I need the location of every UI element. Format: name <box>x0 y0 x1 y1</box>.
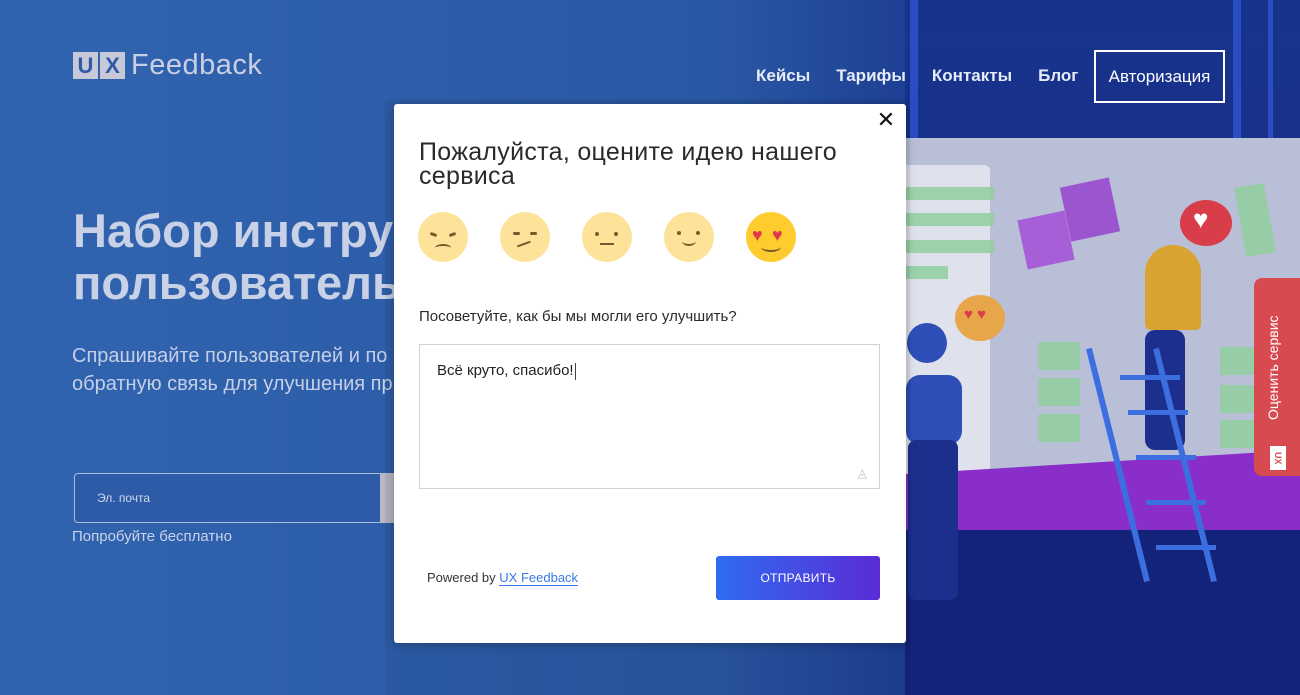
main-nav: Кейсы Тарифы Контакты Блог <box>756 66 1104 86</box>
nav-item-pricing[interactable]: Тарифы <box>836 66 906 86</box>
ux-logo-icon: UX <box>1270 446 1286 470</box>
logo-letter-x: X <box>100 52 125 79</box>
illustration-bar <box>906 240 994 253</box>
feedback-text[interactable]: Всё круто, спасибо! <box>437 362 576 380</box>
illustration-bar <box>906 187 994 200</box>
illustration-ladder <box>1120 375 1180 380</box>
email-field[interactable]: Эл. почта <box>74 473 394 523</box>
hero-title: Набор инстру пользователь <box>73 205 401 309</box>
illustration-card <box>1038 378 1080 406</box>
illustration-pole <box>1233 0 1241 140</box>
illustration-card <box>1220 347 1256 375</box>
rating-scale: ♥ ♥ <box>418 212 828 262</box>
illustration-card <box>1038 342 1080 370</box>
angry-face-icon[interactable] <box>418 212 468 262</box>
illustration-pole <box>1268 0 1273 140</box>
illustration-person-head <box>907 323 947 363</box>
nav-item-cases[interactable]: Кейсы <box>756 66 810 86</box>
wifi-icon: ◬ <box>857 466 867 480</box>
logo-letter-u: U <box>73 52 98 79</box>
hero-title-line: Набор инстру <box>73 204 394 257</box>
nav-item-contacts[interactable]: Контакты <box>932 66 1012 86</box>
illustration-bar <box>906 266 948 279</box>
login-button[interactable]: Авторизация <box>1094 50 1225 103</box>
logo-text: Feedback <box>131 49 263 81</box>
text-caret <box>574 362 576 380</box>
illustration-ladder <box>1156 545 1216 550</box>
logo[interactable]: U X Feedback <box>73 49 262 82</box>
slight-smile-face-icon[interactable] <box>664 212 714 262</box>
illustration-ladder <box>1136 455 1196 460</box>
hero-subtitle: Спрашивайте пользователей и по обратную … <box>72 342 393 398</box>
powered-by: Powered by UX Feedback <box>427 570 579 586</box>
illustration-card <box>1038 414 1080 442</box>
confused-face-icon[interactable] <box>500 212 550 262</box>
feedback-modal: ✕ Пожалуйста, оцените идею нашего сервис… <box>394 104 906 643</box>
illustration-card <box>1220 385 1256 413</box>
feedback-value: Всё круто, спасибо! <box>437 362 574 379</box>
illustration-person-legs <box>908 440 958 600</box>
improvement-question: Посоветуйте, как бы мы могли его улучшит… <box>419 308 737 325</box>
neutral-face-icon[interactable] <box>582 212 632 262</box>
illustration-ladder <box>1146 500 1206 505</box>
heart-eyes-icon: ♥ ♥ <box>964 306 986 323</box>
try-free-label: Попробуйте бесплатно <box>72 528 232 545</box>
illustration-ladder <box>1128 410 1188 415</box>
heart-icon: ♥ <box>1193 204 1209 234</box>
close-icon[interactable]: ✕ <box>876 109 896 131</box>
powered-by-link[interactable]: UX Feedback <box>499 570 579 586</box>
illustration-person-body <box>906 375 962 445</box>
powered-by-prefix: Powered by <box>427 570 496 585</box>
modal-title: Пожалуйста, оцените идею нашего сервиса <box>419 138 837 190</box>
hero-subtitle-line: обратную связь для улучшения пр <box>72 373 393 395</box>
rate-service-label[interactable]: Оценить сервис <box>1265 315 1281 420</box>
illustration-person-hair <box>1145 245 1201 330</box>
feedback-textarea[interactable]: Всё круто, спасибо! ◬ <box>419 344 880 489</box>
illustration-ground <box>905 530 1300 695</box>
nav-item-blog[interactable]: Блог <box>1038 66 1078 86</box>
heart-eyes-face-icon[interactable]: ♥ ♥ <box>746 212 796 262</box>
hero-subtitle-line: Спрашивайте пользователей и по <box>72 345 388 367</box>
illustration-card <box>1220 420 1256 448</box>
send-button[interactable]: ОТПРАВИТЬ <box>716 556 880 600</box>
illustration-bar <box>906 213 994 226</box>
hero-title-line: пользователь <box>73 256 401 309</box>
